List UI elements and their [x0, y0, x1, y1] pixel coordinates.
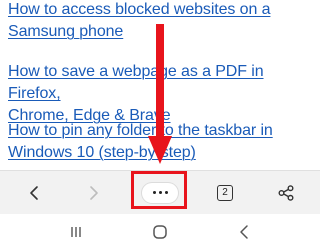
- back-button[interactable]: [14, 171, 54, 214]
- browser-toolbar: 2: [0, 170, 320, 214]
- article-link-pin-folder-taskbar[interactable]: How to pin any folder to the taskbar in …: [8, 120, 314, 164]
- home-button[interactable]: [140, 214, 180, 250]
- recents-button[interactable]: [56, 214, 96, 250]
- menu-button[interactable]: [138, 171, 182, 214]
- forward-button[interactable]: [74, 171, 114, 214]
- web-content: How to access blocked websites on a Sams…: [0, 0, 320, 170]
- nav-back-button[interactable]: [224, 214, 264, 250]
- nav-back-icon: [240, 225, 248, 239]
- chevron-right-icon: [90, 185, 98, 200]
- tab-count-badge: 2: [217, 184, 233, 201]
- article-link-blocked-websites[interactable]: How to access blocked websites on a Sams…: [8, 0, 314, 43]
- chevron-left-icon: [30, 185, 38, 200]
- more-horizontal-icon: [142, 182, 178, 203]
- article-link-save-webpage-pdf[interactable]: How to save a webpage as a PDF in Firefo…: [8, 61, 314, 127]
- tabs-button[interactable]: 2: [205, 171, 245, 214]
- share-button[interactable]: [266, 171, 306, 214]
- home-icon: [153, 225, 167, 239]
- recents-icon: [71, 227, 81, 237]
- system-nav-bar: [0, 214, 320, 250]
- share-icon: [278, 184, 294, 201]
